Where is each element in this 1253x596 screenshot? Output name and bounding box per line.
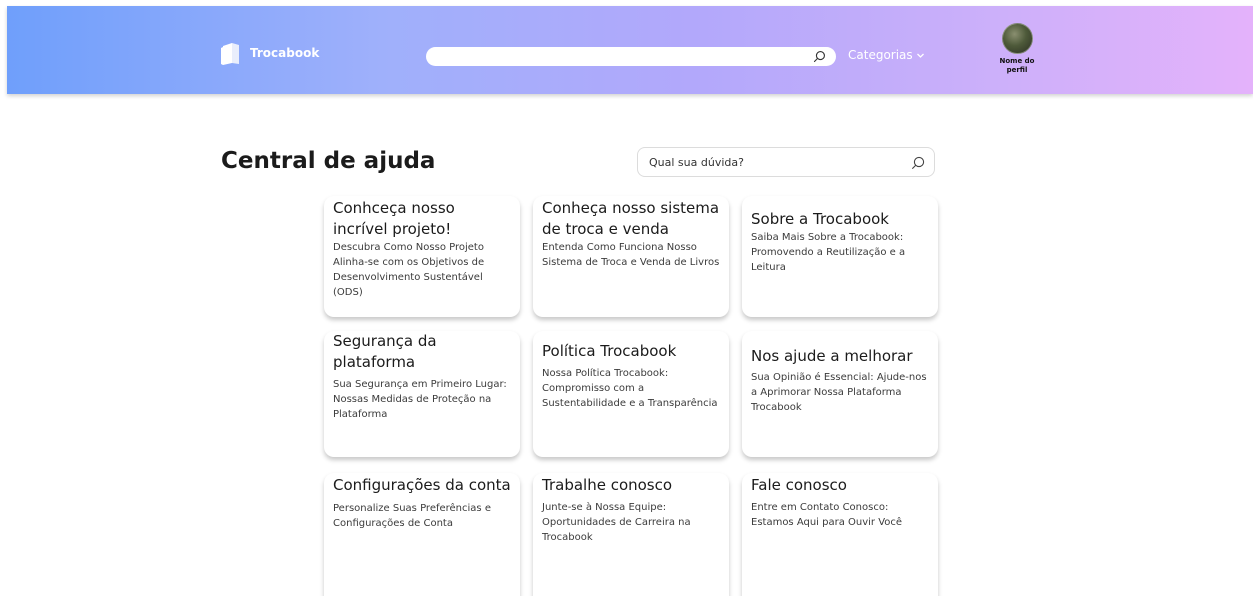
card-description: Entenda Como Funciona Nosso Sistema de T… bbox=[542, 242, 720, 268]
card-title: Conheça nosso sistema de troca e venda bbox=[542, 199, 720, 238]
help-card-feedback[interactable]: Nos ajude a melhorar Sua Opinião é Essen… bbox=[742, 331, 938, 457]
card-description: Sua Opinião é Essencial: Ajude-nos a Apr… bbox=[751, 372, 927, 413]
search-icon[interactable] bbox=[911, 156, 925, 170]
categories-label: Categorias bbox=[848, 48, 913, 62]
brand-logo[interactable]: Trocabook bbox=[218, 40, 319, 66]
card-title: Configurações da conta bbox=[333, 476, 511, 494]
card-title: Trabalhe conosco bbox=[542, 476, 673, 494]
card-description: Personalize Suas Preferências e Configur… bbox=[333, 503, 491, 529]
help-search-input[interactable]: Qual sua dúvida? bbox=[637, 147, 935, 177]
card-title: Segurança da plataforma bbox=[333, 332, 437, 371]
page-title: Central de ajuda bbox=[221, 148, 436, 174]
categories-dropdown[interactable]: Categorias bbox=[848, 48, 925, 62]
book-icon bbox=[221, 43, 239, 65]
card-title: Nos ajude a melhorar bbox=[751, 347, 913, 365]
help-search-placeholder: Qual sua dúvida? bbox=[649, 156, 744, 169]
card-title: Fale conosco bbox=[751, 476, 847, 494]
profile-menu[interactable]: Nome do perfil bbox=[993, 23, 1041, 75]
card-description: Entre em Contato Conosco: Estamos Aqui p… bbox=[751, 502, 903, 528]
card-title: Política Trocabook bbox=[542, 342, 677, 360]
search-icon[interactable] bbox=[813, 50, 826, 63]
header-search-input[interactable] bbox=[426, 47, 836, 66]
brand-name: Trocabook bbox=[250, 46, 320, 60]
card-description: Nossa Política Trocabook: Compromisso co… bbox=[542, 368, 718, 409]
help-card-project[interactable]: Conhceça nosso incrível projeto! Descubr… bbox=[324, 196, 520, 317]
profile-name: Nome do perfil bbox=[999, 57, 1035, 74]
card-title: Conhceça nosso incrível projeto! bbox=[333, 199, 455, 238]
help-card-exchange-system[interactable]: Conheça nosso sistema de troca e venda E… bbox=[533, 196, 729, 317]
card-description: Sua Segurança em Primeiro Lugar: Nossas … bbox=[333, 379, 507, 420]
card-description: Junte-se à Nossa Equipe: Oportunidades d… bbox=[542, 502, 691, 543]
card-title: Sobre a Trocabook bbox=[751, 210, 889, 228]
help-card-policy[interactable]: Política Trocabook Nossa Política Trocab… bbox=[533, 331, 729, 457]
help-card-careers[interactable]: Trabalhe conosco Junte-se à Nossa Equipe… bbox=[533, 473, 729, 596]
card-description: Descubra Como Nosso Projeto Alinha-se co… bbox=[333, 242, 485, 298]
card-description: Saiba Mais Sobre a Trocabook: Promovendo… bbox=[751, 232, 906, 273]
avatar[interactable] bbox=[1001, 23, 1033, 54]
top-header: Trocabook Categorias Nome do perfil bbox=[7, 6, 1253, 94]
help-card-security[interactable]: Segurança da plataforma Sua Segurança em… bbox=[324, 331, 520, 457]
help-card-account-settings[interactable]: Configurações da conta Personalize Suas … bbox=[324, 473, 520, 596]
help-card-about[interactable]: Sobre a Trocabook Saiba Mais Sobre a Tro… bbox=[742, 196, 938, 317]
chevron-down-icon bbox=[916, 53, 924, 58]
help-card-contact[interactable]: Fale conosco Entre em Contato Conosco: E… bbox=[742, 473, 938, 596]
